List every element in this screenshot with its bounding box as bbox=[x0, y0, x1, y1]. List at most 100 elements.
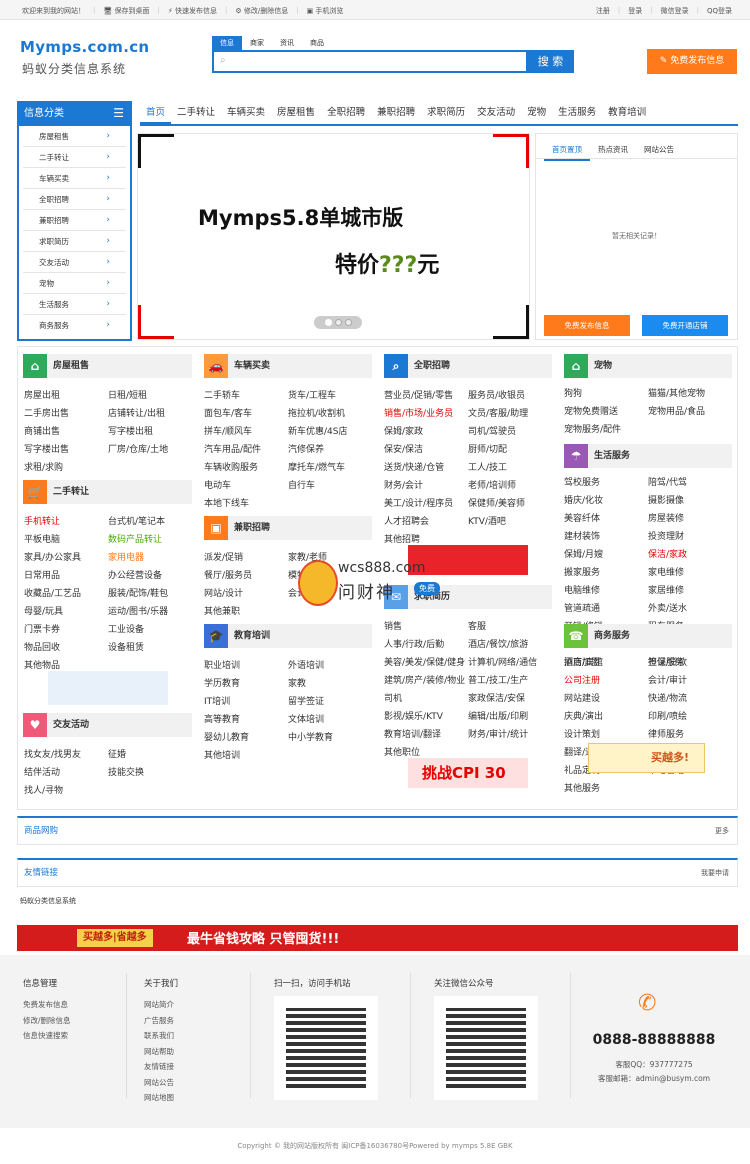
nav-item[interactable]: 二手转让 bbox=[171, 101, 221, 124]
edu-link[interactable]: 职业培训 bbox=[204, 657, 288, 675]
site-logo[interactable]: Mymps.com.cn bbox=[20, 38, 149, 56]
wechat-login-link[interactable]: 微信登录 bbox=[661, 6, 689, 16]
pet-link[interactable]: 宠物服务/配件 bbox=[564, 421, 648, 439]
car-header[interactable]: 🚗 车辆买卖 bbox=[204, 354, 372, 378]
job-link[interactable]: 保姆/家政 bbox=[384, 423, 468, 441]
house-link[interactable]: 求租/求购 bbox=[24, 459, 108, 477]
edu-link[interactable]: 中小学教育 bbox=[288, 729, 372, 747]
edu-link[interactable]: 其他培训 bbox=[204, 747, 288, 765]
job-link[interactable]: 送货/快递/仓管 bbox=[384, 459, 468, 477]
nav-item[interactable]: 宠物 bbox=[521, 101, 552, 124]
cpi-ad-banner[interactable]: 挑战CPI 30 bbox=[408, 758, 528, 788]
car-link[interactable]: 新车优惠/4S店 bbox=[288, 423, 372, 441]
nav-item[interactable]: 教育培训 bbox=[602, 101, 652, 124]
second-link[interactable]: 家具/办公家具 bbox=[24, 549, 108, 567]
edu-link[interactable]: 高等教育 bbox=[204, 711, 288, 729]
resume-link[interactable]: 销售 bbox=[384, 618, 468, 636]
job-link[interactable]: 工人/技工 bbox=[468, 459, 552, 477]
second-link[interactable]: 收藏品/工艺品 bbox=[24, 585, 108, 603]
edu-link[interactable]: 留学签证 bbox=[288, 693, 372, 711]
resume-link[interactable]: 财务/审计/统计 bbox=[468, 726, 552, 744]
footer-link[interactable]: 友情链接 bbox=[144, 1059, 178, 1075]
parttime-link[interactable]: 网站/设计 bbox=[204, 585, 288, 603]
category-item[interactable]: 宠物 bbox=[23, 273, 126, 294]
resume-link[interactable]: 教育培训/翻译 bbox=[384, 726, 468, 744]
life-link[interactable]: 管道疏通 bbox=[564, 600, 648, 618]
edu-link[interactable]: IT培训 bbox=[204, 693, 288, 711]
goods-title[interactable]: 商品网购 bbox=[24, 826, 58, 836]
business-link[interactable]: 公司注册 bbox=[564, 672, 648, 690]
second-link[interactable]: 办公经营设备 bbox=[108, 567, 192, 585]
house-link[interactable]: 写字楼出租 bbox=[108, 423, 192, 441]
second-link[interactable]: 台式机/笔记本 bbox=[108, 513, 192, 531]
resume-link[interactable]: 酒店/餐饮/旅游 bbox=[468, 636, 552, 654]
business-link[interactable]: 担保/贷款 bbox=[648, 654, 732, 672]
second-link[interactable]: 平板电脑 bbox=[24, 531, 108, 549]
search-tab-shop[interactable]: 商家 bbox=[242, 36, 272, 50]
resume-link[interactable]: 人事/行政/后勤 bbox=[384, 636, 468, 654]
nav-item[interactable]: 交友活动 bbox=[471, 101, 521, 124]
parttime-header[interactable]: ▣ 兼职招聘 bbox=[204, 516, 372, 540]
life-link[interactable]: 美容纤体 bbox=[564, 510, 648, 528]
house-link[interactable]: 日租/短租 bbox=[108, 387, 192, 405]
house-link[interactable]: 二手房出售 bbox=[24, 405, 108, 423]
dating-link[interactable]: 找女友/找男友 bbox=[24, 746, 108, 764]
apply-link[interactable]: 我要申请 bbox=[701, 860, 729, 886]
category-item[interactable]: 车辆买卖 bbox=[23, 168, 126, 189]
edu-link[interactable]: 家教 bbox=[288, 675, 372, 693]
quick-post-link[interactable]: ⚡ 快速发布信息 bbox=[168, 6, 217, 16]
edu-link[interactable]: 学历教育 bbox=[204, 675, 288, 693]
car-link[interactable]: 货车/工程车 bbox=[288, 387, 372, 405]
business-link[interactable]: 设计策划 bbox=[564, 726, 648, 744]
life-link[interactable]: 保姆/月嫂 bbox=[564, 546, 648, 564]
resume-link[interactable]: 客服 bbox=[468, 618, 552, 636]
job-link[interactable]: 销售/市场/业务员 bbox=[384, 405, 468, 423]
parttime-link[interactable]: 餐厅/服务员 bbox=[204, 567, 288, 585]
resume-link[interactable]: 家政保洁/安保 bbox=[468, 690, 552, 708]
footer-link[interactable]: 网站公告 bbox=[144, 1075, 178, 1091]
footer-link[interactable]: 网站帮助 bbox=[144, 1044, 178, 1060]
life-link[interactable]: 陪驾/代驾 bbox=[648, 474, 732, 492]
parttime-link[interactable]: 派发/促销 bbox=[204, 549, 288, 567]
business-link[interactable]: 律师服务 bbox=[648, 726, 732, 744]
dating-link[interactable]: 征婚 bbox=[108, 746, 192, 764]
job-link[interactable]: 司机/驾驶员 bbox=[468, 423, 552, 441]
resume-link[interactable]: 建筑/房产/装修/物业 bbox=[384, 672, 468, 690]
slider-dots[interactable] bbox=[314, 316, 362, 329]
footer-link[interactable]: 网站简介 bbox=[144, 997, 178, 1013]
login-link[interactable]: 登录 bbox=[628, 6, 642, 16]
nav-item[interactable]: 车辆买卖 bbox=[221, 101, 271, 124]
life-link[interactable]: 房屋装修 bbox=[648, 510, 732, 528]
footer-link[interactable]: 修改/删除信息 bbox=[23, 1013, 71, 1029]
car-link[interactable]: 汽修保养 bbox=[288, 441, 372, 459]
resume-link[interactable]: 普工/技工/生产 bbox=[468, 672, 552, 690]
business-link[interactable]: 其他服务 bbox=[564, 780, 648, 798]
open-shop-button[interactable]: 免费开通店铺 bbox=[642, 315, 728, 336]
second-link[interactable]: 手机转让 bbox=[24, 513, 108, 531]
house-link[interactable]: 房屋出租 bbox=[24, 387, 108, 405]
life-link[interactable]: 摄影摄像 bbox=[648, 492, 732, 510]
business-header[interactable]: ☎ 商务服务 bbox=[564, 624, 732, 648]
register-link[interactable]: 注册 bbox=[596, 6, 610, 16]
dating-link[interactable]: 结伴活动 bbox=[24, 764, 108, 782]
life-link[interactable]: 建材装饰 bbox=[564, 528, 648, 546]
save-desktop-link[interactable]: 🖥 保存到桌面 bbox=[103, 6, 149, 16]
search-tab-info[interactable]: 信息 bbox=[212, 36, 242, 50]
post-free-button-2[interactable]: 免费发布信息 bbox=[544, 315, 630, 336]
car-link[interactable]: 面包车/客车 bbox=[204, 405, 288, 423]
car-link[interactable]: 自行车 bbox=[288, 477, 372, 495]
car-link[interactable]: 摩托车/燃气车 bbox=[288, 459, 372, 477]
pet-link[interactable]: 宠物用品/食品 bbox=[648, 403, 732, 421]
more-link[interactable]: 更多 bbox=[715, 818, 729, 844]
life-link[interactable]: 投资理财 bbox=[648, 528, 732, 546]
job-link[interactable]: 保安/保洁 bbox=[384, 441, 468, 459]
edit-delete-link[interactable]: ⚙ 修改/删除信息 bbox=[235, 6, 288, 16]
business-link[interactable]: 快递/物流 bbox=[648, 690, 732, 708]
resume-link[interactable]: 编辑/出版/印刷 bbox=[468, 708, 552, 726]
buy-more-ad[interactable]: 买越多! bbox=[588, 743, 705, 773]
car-link[interactable]: 本地下线车 bbox=[204, 495, 288, 513]
job-link[interactable]: 保健师/美容师 bbox=[468, 495, 552, 513]
business-link[interactable]: 印刷/喷绘 bbox=[648, 708, 732, 726]
second-link[interactable]: 运动/图书/乐器 bbox=[108, 603, 192, 621]
second-link[interactable]: 日常用品 bbox=[24, 567, 108, 585]
